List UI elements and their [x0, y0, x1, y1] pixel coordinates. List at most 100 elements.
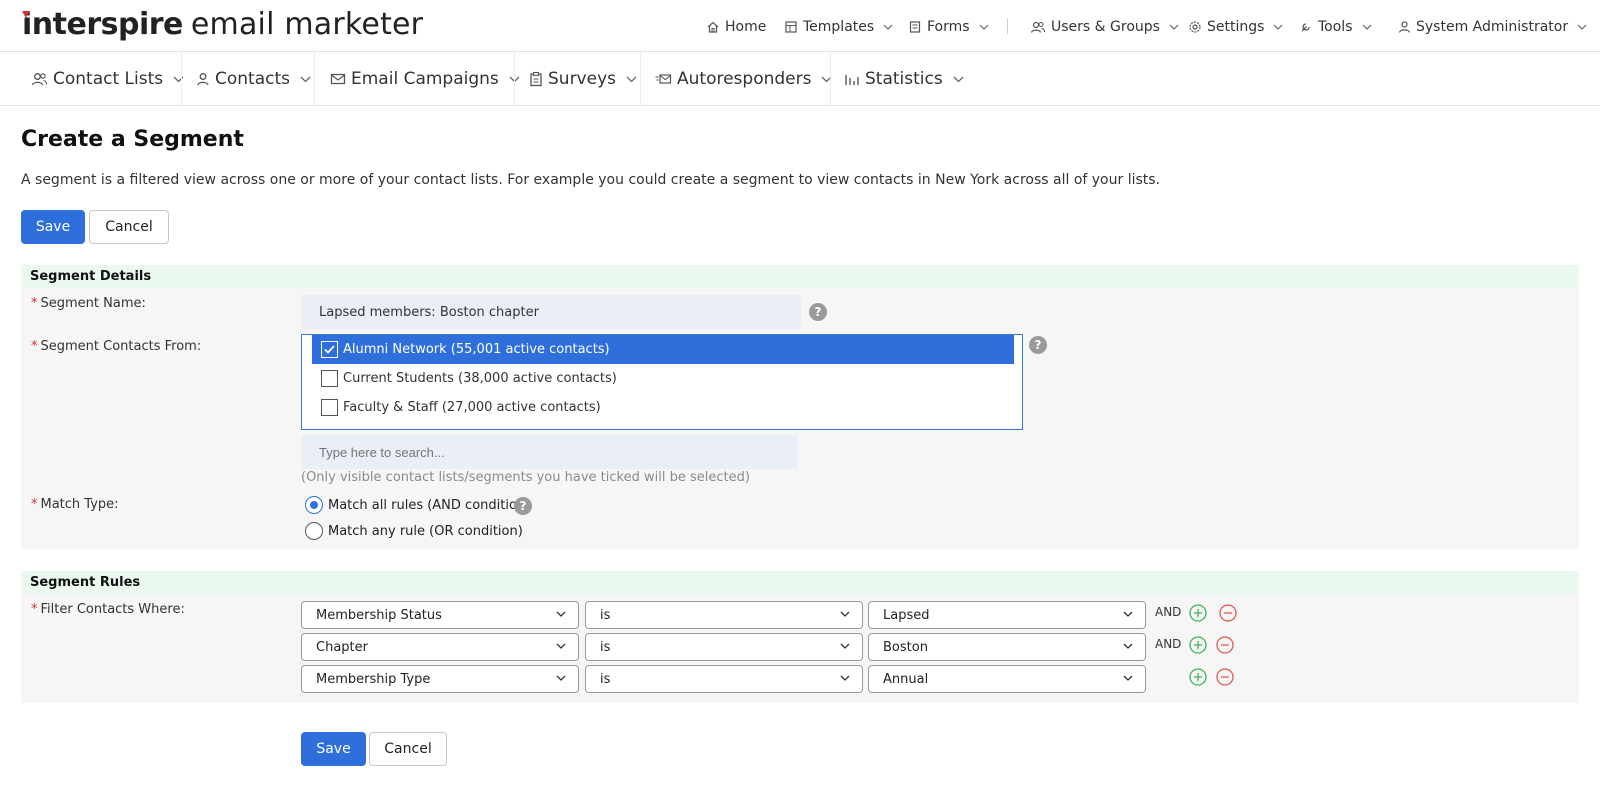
nav-email-campaigns[interactable]: Email Campaigns [330, 52, 520, 106]
chevron-down-icon [840, 611, 850, 617]
rule-operator-select[interactable]: is [585, 665, 863, 693]
help-icon[interactable]: ? [1029, 336, 1047, 354]
save-button-top[interactable]: Save [21, 210, 85, 244]
match-type-label-text: Match Type: [40, 497, 119, 512]
chevron-down-icon [840, 675, 850, 681]
topnav-settings[interactable]: Settings [1188, 17, 1283, 37]
segment-name-label-text: Segment Name: [40, 296, 146, 311]
chevron-down-icon [300, 76, 311, 82]
clipboard-icon [530, 71, 542, 87]
envelope-icon [330, 73, 346, 85]
list-checkbox[interactable] [321, 370, 338, 387]
list-checkbox[interactable] [321, 399, 338, 416]
rule-value-value: Annual [883, 671, 929, 687]
list-item-label: Current Students (38,000 active contacts… [343, 371, 617, 386]
rule-operator-value: is [600, 607, 611, 623]
match-all-radio[interactable] [305, 496, 323, 514]
app-logo[interactable]: interspire email marketer [22, 7, 423, 42]
nav-divider [314, 52, 315, 106]
nav-statistics[interactable]: Statistics [844, 52, 964, 106]
topnav-templates[interactable]: Templates [784, 17, 893, 37]
nav-contact-lists-label: Contact Lists [53, 69, 164, 89]
chevron-down-icon [840, 643, 850, 649]
rule-operator-select[interactable]: is [585, 601, 863, 629]
nav-contacts[interactable]: Contacts [196, 52, 311, 106]
chevron-down-icon [1169, 24, 1179, 30]
nav-surveys[interactable]: Surveys [529, 52, 637, 106]
match-type-label: * Match Type: [31, 497, 119, 512]
wrench-icon [1301, 23, 1310, 32]
topnav-tools[interactable]: Tools [1299, 17, 1372, 37]
nav-autoresponders[interactable]: Autoresponders [655, 52, 832, 106]
topnav-forms-label: Forms [927, 19, 970, 35]
help-icon[interactable]: ? [809, 303, 827, 321]
nav-statistics-label: Statistics [865, 69, 943, 89]
rule-field-value: Membership Type [316, 671, 431, 687]
match-all-label: Match all rules (AND condition) [328, 497, 531, 513]
add-rule-icon[interactable] [1189, 636, 1207, 654]
match-any-radio[interactable] [305, 522, 323, 540]
chevron-down-icon [979, 24, 988, 30]
nav-autoresponders-label: Autoresponders [677, 69, 812, 89]
remove-rule-icon[interactable] [1216, 668, 1234, 686]
page-description: A segment is a filtered view across one … [21, 172, 1160, 188]
forms-icon [909, 21, 921, 33]
rule-operator-value: is [600, 671, 611, 687]
required-mark: * [31, 296, 38, 311]
nav-contact-lists[interactable]: Contact Lists [31, 52, 184, 106]
rule-field-value: Chapter [316, 639, 368, 655]
page-title: Create a Segment [21, 127, 244, 152]
nav-divider [830, 52, 831, 106]
remove-rule-icon[interactable] [1216, 636, 1234, 654]
add-rule-icon[interactable] [1189, 668, 1207, 686]
chevron-down-icon [173, 76, 184, 82]
chevron-down-icon [1123, 611, 1133, 617]
remove-rule-icon[interactable] [1219, 604, 1237, 622]
main-nav: Contact Lists Contacts Email Campaigns S… [0, 52, 1600, 106]
topnav-users-groups[interactable]: Users & Groups [1030, 17, 1179, 37]
list-search-input[interactable] [301, 435, 798, 469]
save-button-bottom[interactable]: Save [301, 732, 366, 766]
match-any-option[interactable]: Match any rule (OR condition) [305, 521, 523, 541]
required-mark: * [31, 339, 38, 354]
nav-divider [514, 52, 515, 106]
rule-field-select[interactable]: Membership Status [301, 601, 579, 629]
cancel-button-top[interactable]: Cancel [89, 210, 169, 244]
topnav-home[interactable]: Home [706, 17, 766, 37]
chevron-down-icon [626, 76, 637, 82]
list-checkbox-checked[interactable] [321, 341, 338, 358]
list-item-label: Alumni Network (55,001 active contacts) [343, 342, 610, 357]
checkmark-icon [324, 345, 335, 354]
rule-field-select[interactable]: Membership Type [301, 665, 579, 693]
topnav-divider [1007, 18, 1008, 34]
rule-value-value: Lapsed [883, 607, 930, 623]
match-all-option[interactable]: Match all rules (AND condition) [305, 495, 530, 515]
list-item-faculty-staff[interactable]: Faculty & Staff (27,000 active contacts) [312, 393, 1014, 422]
segment-name-input[interactable]: Lapsed members: Boston chapter [301, 295, 801, 329]
chevron-down-icon [1577, 24, 1587, 30]
chevron-down-icon [1362, 24, 1371, 30]
help-icon[interactable]: ? [514, 497, 532, 515]
rule-value-select[interactable]: Boston [868, 633, 1146, 661]
user-icon [1398, 21, 1411, 33]
topnav-forms[interactable]: Forms [908, 17, 989, 37]
gear-icon [1189, 21, 1201, 33]
rule-field-select[interactable]: Chapter [301, 633, 579, 661]
list-item-current-students[interactable]: Current Students (38,000 active contacts… [312, 364, 1014, 393]
segment-name-label: * Segment Name: [31, 296, 146, 311]
nav-divider [181, 52, 182, 106]
logo-product: email marketer [190, 7, 424, 42]
filter-contacts-label: * Filter Contacts Where: [31, 602, 185, 617]
rule-operator-select[interactable]: is [585, 633, 863, 661]
rule-value-select[interactable]: Lapsed [868, 601, 1146, 629]
add-rule-icon[interactable] [1189, 604, 1207, 622]
nav-contacts-label: Contacts [215, 69, 290, 89]
rule-value-select[interactable]: Annual [868, 665, 1146, 693]
list-item-alumni-network[interactable]: Alumni Network (55,001 active contacts) [312, 335, 1014, 364]
autoresponder-icon [655, 74, 672, 84]
topnav-tools-label: Tools [1318, 19, 1353, 35]
topnav-user-menu[interactable]: System Administrator [1398, 17, 1587, 37]
contact-lists-listbox[interactable]: Alumni Network (55,001 active contacts) … [301, 334, 1023, 430]
logo-brand: interspire [22, 7, 183, 42]
cancel-button-bottom[interactable]: Cancel [369, 732, 447, 766]
